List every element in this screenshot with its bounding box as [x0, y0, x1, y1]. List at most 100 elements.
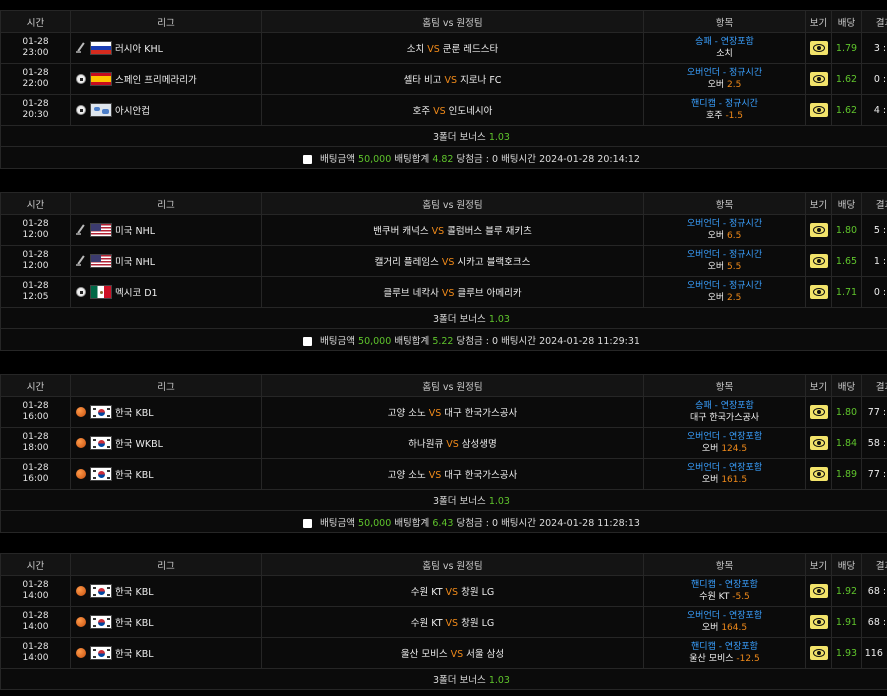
game-date: 01-28	[22, 68, 49, 78]
match-cell: 하나원큐 VS 삼성생명	[261, 427, 644, 459]
header-match: 홈팀 vs 원정팀	[261, 374, 644, 397]
eye-icon[interactable]	[809, 646, 828, 660]
basketball-icon	[75, 468, 87, 480]
point-value: 164.5	[721, 623, 748, 633]
home-team: 캘거리 플레임스	[374, 257, 439, 268]
vs-label: VS	[431, 226, 445, 237]
game-row: 01-28 12:00 미국 NHL 캘거리 플레임스 VS 시카고 블랙호크스 오버언더 …	[0, 245, 887, 277]
summary-row: 배팅금액 50,000 배팅합계 6.43 당첨금 : 0 배팅시간 2024-…	[0, 510, 887, 533]
korea-flag-icon	[90, 467, 112, 481]
league-name: 스페인 프리메라리가	[115, 75, 197, 86]
pick-cell: 오버언더 - 정규시간 오버 6.5	[643, 214, 806, 246]
select-checkbox[interactable]	[303, 518, 313, 528]
eye-icon[interactable]	[809, 436, 828, 450]
selection: 호주	[706, 111, 723, 121]
eye-icon[interactable]	[809, 41, 828, 55]
eye-icon[interactable]	[809, 223, 828, 237]
game-date: 01-28	[22, 250, 49, 260]
usa-flag-icon	[90, 223, 112, 237]
eye-icon[interactable]	[809, 405, 828, 419]
slip-header-row: 시간리그홈팀 vs 원정팀항목보기배당결과상태	[0, 553, 887, 576]
header-match: 홈팀 vs 원정팀	[261, 192, 644, 215]
selection: 오버	[707, 262, 725, 272]
header-view: 보기	[805, 553, 832, 576]
odds-value: 1.79	[831, 32, 862, 64]
point-value: 161.5	[721, 475, 748, 485]
away-team: 인도네시아	[448, 106, 493, 117]
home-team: 수원 KT	[410, 587, 443, 598]
away-team: 클루브 아메리카	[457, 288, 522, 299]
header-view: 보기	[805, 10, 832, 33]
hockey-icon	[75, 255, 87, 267]
select-checkbox[interactable]	[303, 154, 313, 164]
home-team: 하나원큐	[408, 439, 444, 450]
match-cell: 셀타 비고 VS 지로나 FC	[261, 63, 644, 95]
bonus-label: 3폴더 보너스	[433, 132, 486, 143]
korea-flag-icon	[90, 646, 112, 660]
game-clock: 22:00	[22, 79, 49, 89]
korea-flag-icon	[90, 405, 112, 419]
pick-cell: 승패 - 연장포함 소치	[643, 32, 806, 64]
match-cell: 밴쿠버 캐넉스 VS 콜럼버스 블루 재키츠	[261, 214, 644, 246]
vs-label: VS	[441, 288, 455, 299]
league-name: 한국 KBL	[115, 618, 154, 629]
game-date: 01-28	[22, 99, 49, 109]
summary-payout-label: 당첨금 :	[456, 517, 489, 529]
bet-type: 핸디캡 - 정규시간	[691, 99, 758, 109]
game-time: 01-28 23:00	[0, 32, 71, 64]
odds-value: 1.89	[831, 458, 862, 490]
league-cell: 러시아 KHL	[70, 32, 262, 64]
eye-icon[interactable]	[809, 285, 828, 299]
bet-type: 오버언더 - 정규시간	[686, 219, 763, 229]
match-cell: 소치 VS 쿤룬 레드스타	[261, 32, 644, 64]
eye-icon[interactable]	[809, 584, 828, 598]
header-odds: 배당	[831, 553, 862, 576]
eye-icon[interactable]	[809, 103, 828, 117]
away-team: 창원 LG	[461, 587, 495, 598]
view-cell	[805, 458, 832, 490]
match-cell: 고양 소노 VS 대구 한국가스공사	[261, 458, 644, 490]
game-date: 01-28	[22, 219, 49, 229]
game-date: 01-28	[22, 281, 49, 291]
league-cell: 미국 NHL	[70, 214, 262, 246]
bonus-label: 3폴더 보너스	[433, 496, 486, 507]
bet-type: 핸디캡 - 연장포함	[691, 580, 758, 590]
odds-value: 1.71	[831, 276, 862, 308]
header-view: 보기	[805, 192, 832, 215]
eye-icon[interactable]	[809, 467, 828, 481]
summary-total: 6.43	[432, 517, 454, 529]
summary-time: 2024-01-28 11:29:31	[539, 335, 640, 347]
bet-history-page: 시간리그홈팀 vs 원정팀항목보기배당결과상태 01-2823:00 러시아 KHL…	[0, 0, 887, 696]
eye-icon[interactable]	[809, 615, 828, 629]
hockey-icon	[75, 224, 87, 236]
away-team: 시카고 블랙호크스	[457, 257, 531, 268]
league-name: 러시아 KHL	[115, 44, 163, 55]
game-time: 01-28 14:00	[0, 606, 71, 638]
game-clock: 12:05	[22, 292, 49, 302]
summary-amount-label: 배팅금액	[320, 335, 355, 347]
summary-total-label: 배팅합계	[394, 153, 430, 165]
eye-icon[interactable]	[809, 72, 828, 86]
league-cell: 한국 KBL	[70, 637, 262, 669]
vs-label: VS	[445, 618, 459, 629]
game-date: 01-28	[22, 580, 49, 590]
point-value: -1.5	[725, 111, 743, 121]
match-cell: 캘거리 플레임스 VS 시카고 블랙호크스	[261, 245, 644, 277]
odds-value: 1.65	[831, 245, 862, 277]
game-date: 01-28	[22, 401, 49, 411]
view-cell	[805, 245, 832, 277]
slip-header-row: 시간리그홈팀 vs 원정팀항목보기배당결과상태	[0, 192, 887, 215]
bonus-value: 1.03	[488, 132, 510, 143]
select-checkbox[interactable]	[303, 336, 313, 346]
summary-time-label: 배팅시간	[501, 153, 537, 165]
korea-flag-icon	[90, 584, 112, 598]
game-time: 01-28 14:00	[0, 637, 71, 669]
eye-icon[interactable]	[809, 254, 828, 268]
game-row: 01-28 16:00 한국 KBL 고양 소노 VS 대구 한국가스공사 오버언더 - 연…	[0, 458, 887, 490]
home-team: 고양 소노	[387, 470, 426, 481]
selection: 오버	[701, 623, 719, 633]
summary-payout-label: 당첨금 :	[456, 335, 489, 347]
league-cell: 한국 WKBL	[70, 427, 262, 459]
game-row: 01-28 16:00 한국 KBL 고양 소노 VS 대구 한국가스공사 승패 - 연장포…	[0, 396, 887, 428]
bet-type: 승패 - 연장포함	[695, 37, 754, 47]
